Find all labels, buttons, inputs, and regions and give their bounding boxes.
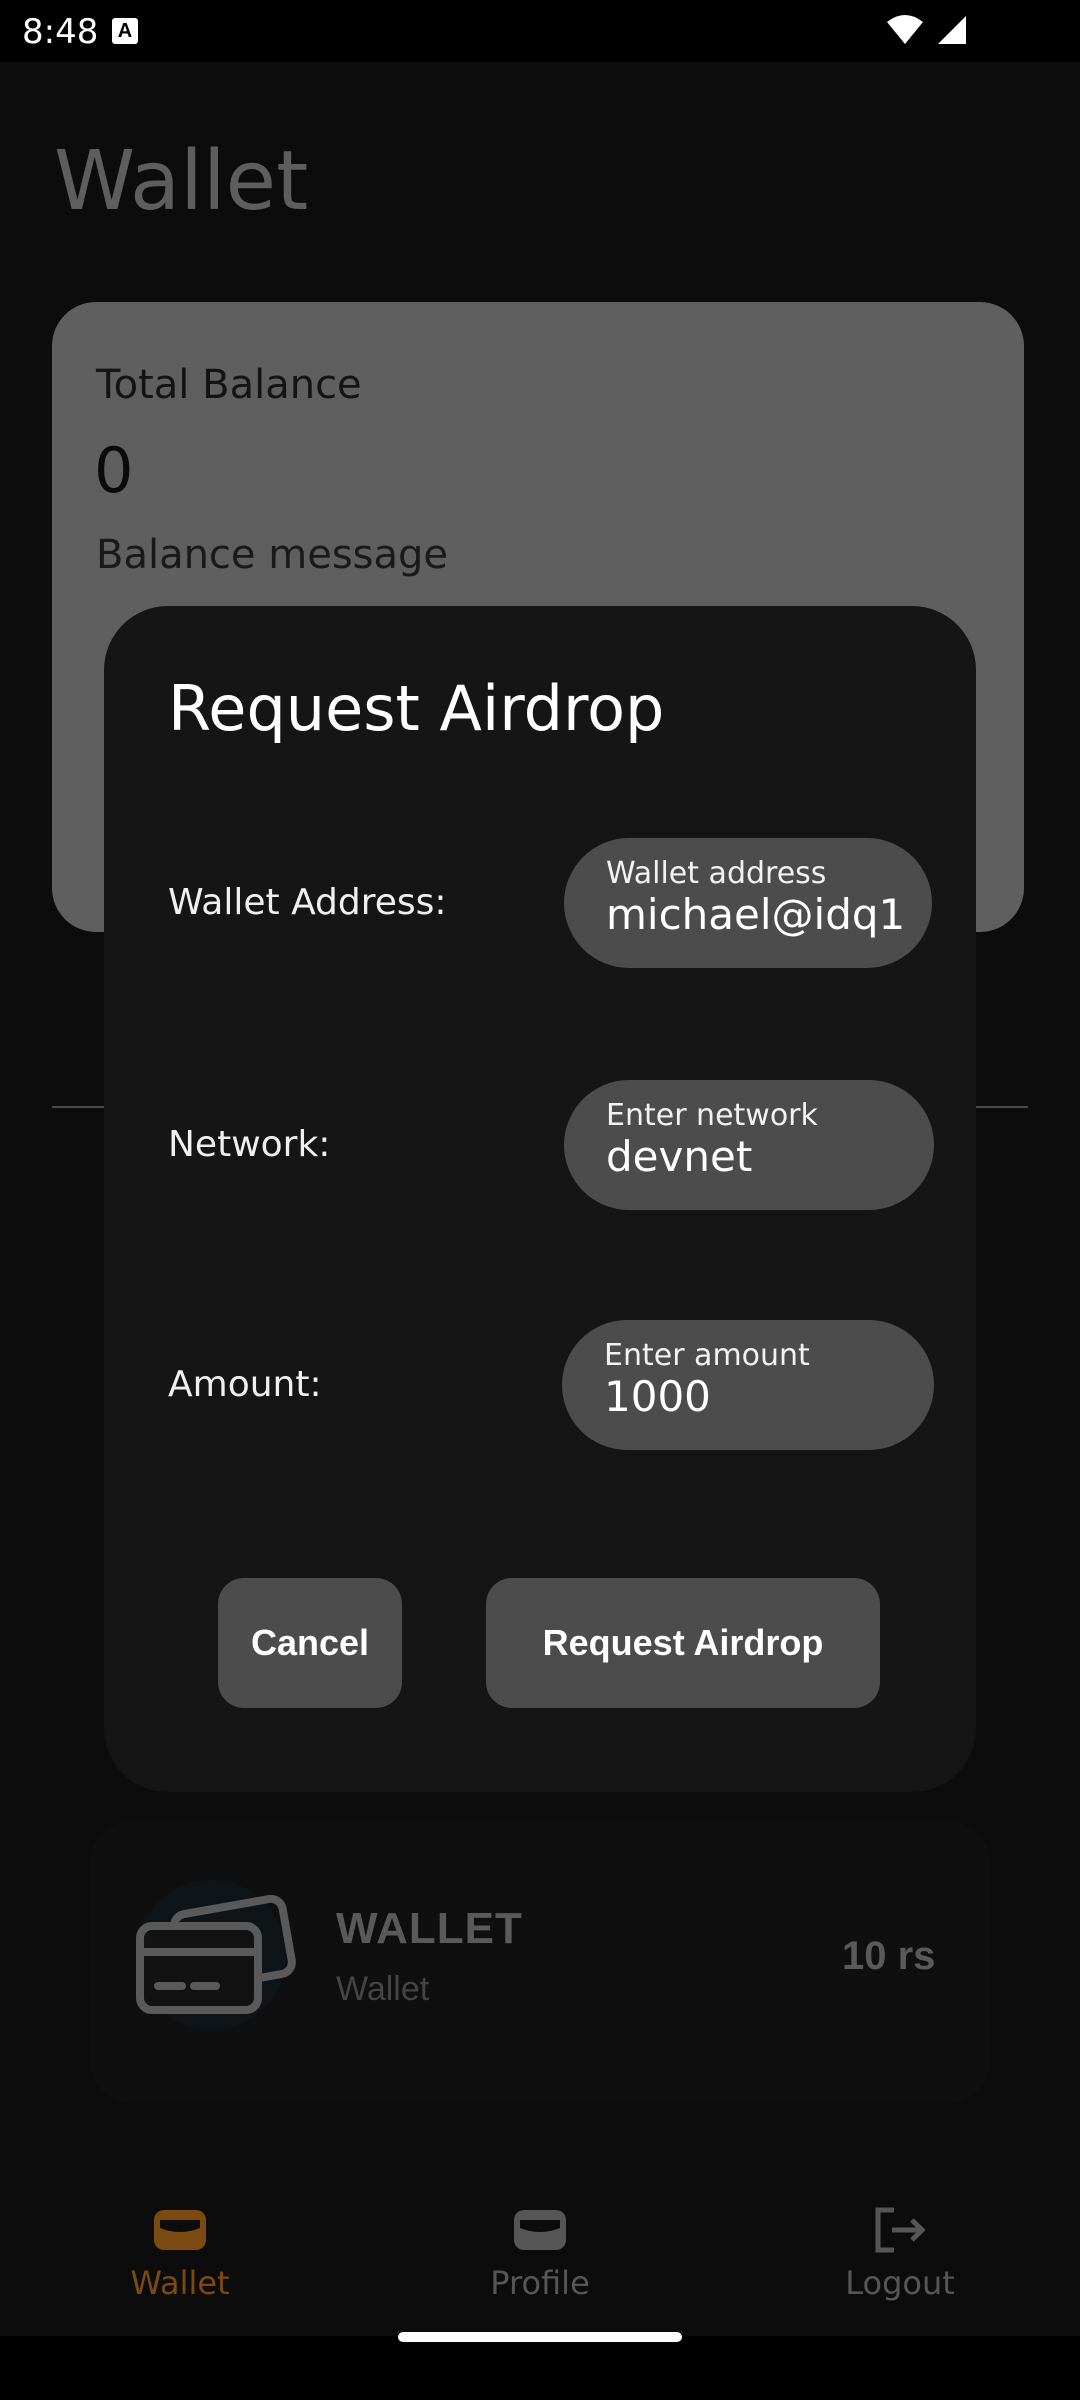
signal-icon	[938, 16, 966, 44]
network-field-label: Enter network	[606, 1098, 818, 1133]
balance-value: 0	[94, 434, 134, 507]
amount-label: Amount:	[168, 1364, 322, 1405]
amount-field-label: Enter amount	[604, 1338, 810, 1373]
network-field[interactable]: Enter network	[564, 1080, 934, 1210]
balance-label: Total Balance	[96, 362, 362, 408]
request-airdrop-dialog: Request Airdrop Wallet Address: Wallet a…	[104, 606, 976, 1792]
network-label: Network:	[168, 1124, 331, 1165]
nav-item-profile[interactable]: Profile	[410, 2206, 670, 2302]
dialog-title: Request Airdrop	[168, 672, 665, 745]
wallet-address-row: Wallet Address: Wallet address	[168, 838, 932, 968]
amount-row: Amount: Enter amount	[168, 1320, 934, 1450]
wifi-icon	[887, 15, 923, 44]
page-title: Wallet	[54, 134, 309, 229]
divider	[972, 1106, 1028, 1108]
request-airdrop-button[interactable]: Request Airdrop	[486, 1578, 880, 1708]
wallet-subtitle: Wallet	[336, 1970, 430, 2008]
wallet-address-field-label: Wallet address	[606, 856, 827, 891]
wallet-address-field[interactable]: Wallet address	[564, 838, 932, 968]
nav-item-logout[interactable]: Logout	[770, 2206, 1030, 2302]
balance-message: Balance message	[96, 532, 449, 578]
status-bar: 8:48 A	[0, 0, 1080, 62]
amount-field[interactable]: Enter amount	[562, 1320, 934, 1450]
wallet-amount: 10 rs	[842, 1934, 936, 1978]
divider	[52, 1106, 106, 1108]
status-time: 8:48	[22, 12, 99, 52]
bottom-nav: Wallet Profile Logout	[0, 2160, 1080, 2336]
nav-label: Logout	[845, 2264, 955, 2302]
wallet-icon	[514, 2210, 566, 2250]
network-input[interactable]	[606, 1132, 926, 1181]
wallet-address-label: Wallet Address:	[168, 882, 447, 923]
cancel-button[interactable]: Cancel	[218, 1578, 402, 1708]
wallet-list-item[interactable]: WALLET Wallet 10 rs	[90, 1822, 990, 2102]
logout-icon	[875, 2207, 926, 2253]
network-row: Network: Enter network	[168, 1080, 934, 1210]
home-gesture-handle[interactable]	[398, 2332, 682, 2342]
wallet-name: WALLET	[336, 1904, 523, 1953]
wallet-address-input[interactable]	[606, 890, 926, 939]
nav-item-wallet[interactable]: Wallet	[50, 2206, 310, 2302]
gesture-area	[0, 2332, 1080, 2400]
notification-icon: A	[112, 18, 138, 44]
nav-label: Profile	[490, 2264, 590, 2302]
card-icon	[136, 1880, 296, 2030]
nav-label: Wallet	[130, 2264, 230, 2302]
amount-input[interactable]	[604, 1372, 924, 1421]
wallet-icon	[154, 2210, 206, 2250]
